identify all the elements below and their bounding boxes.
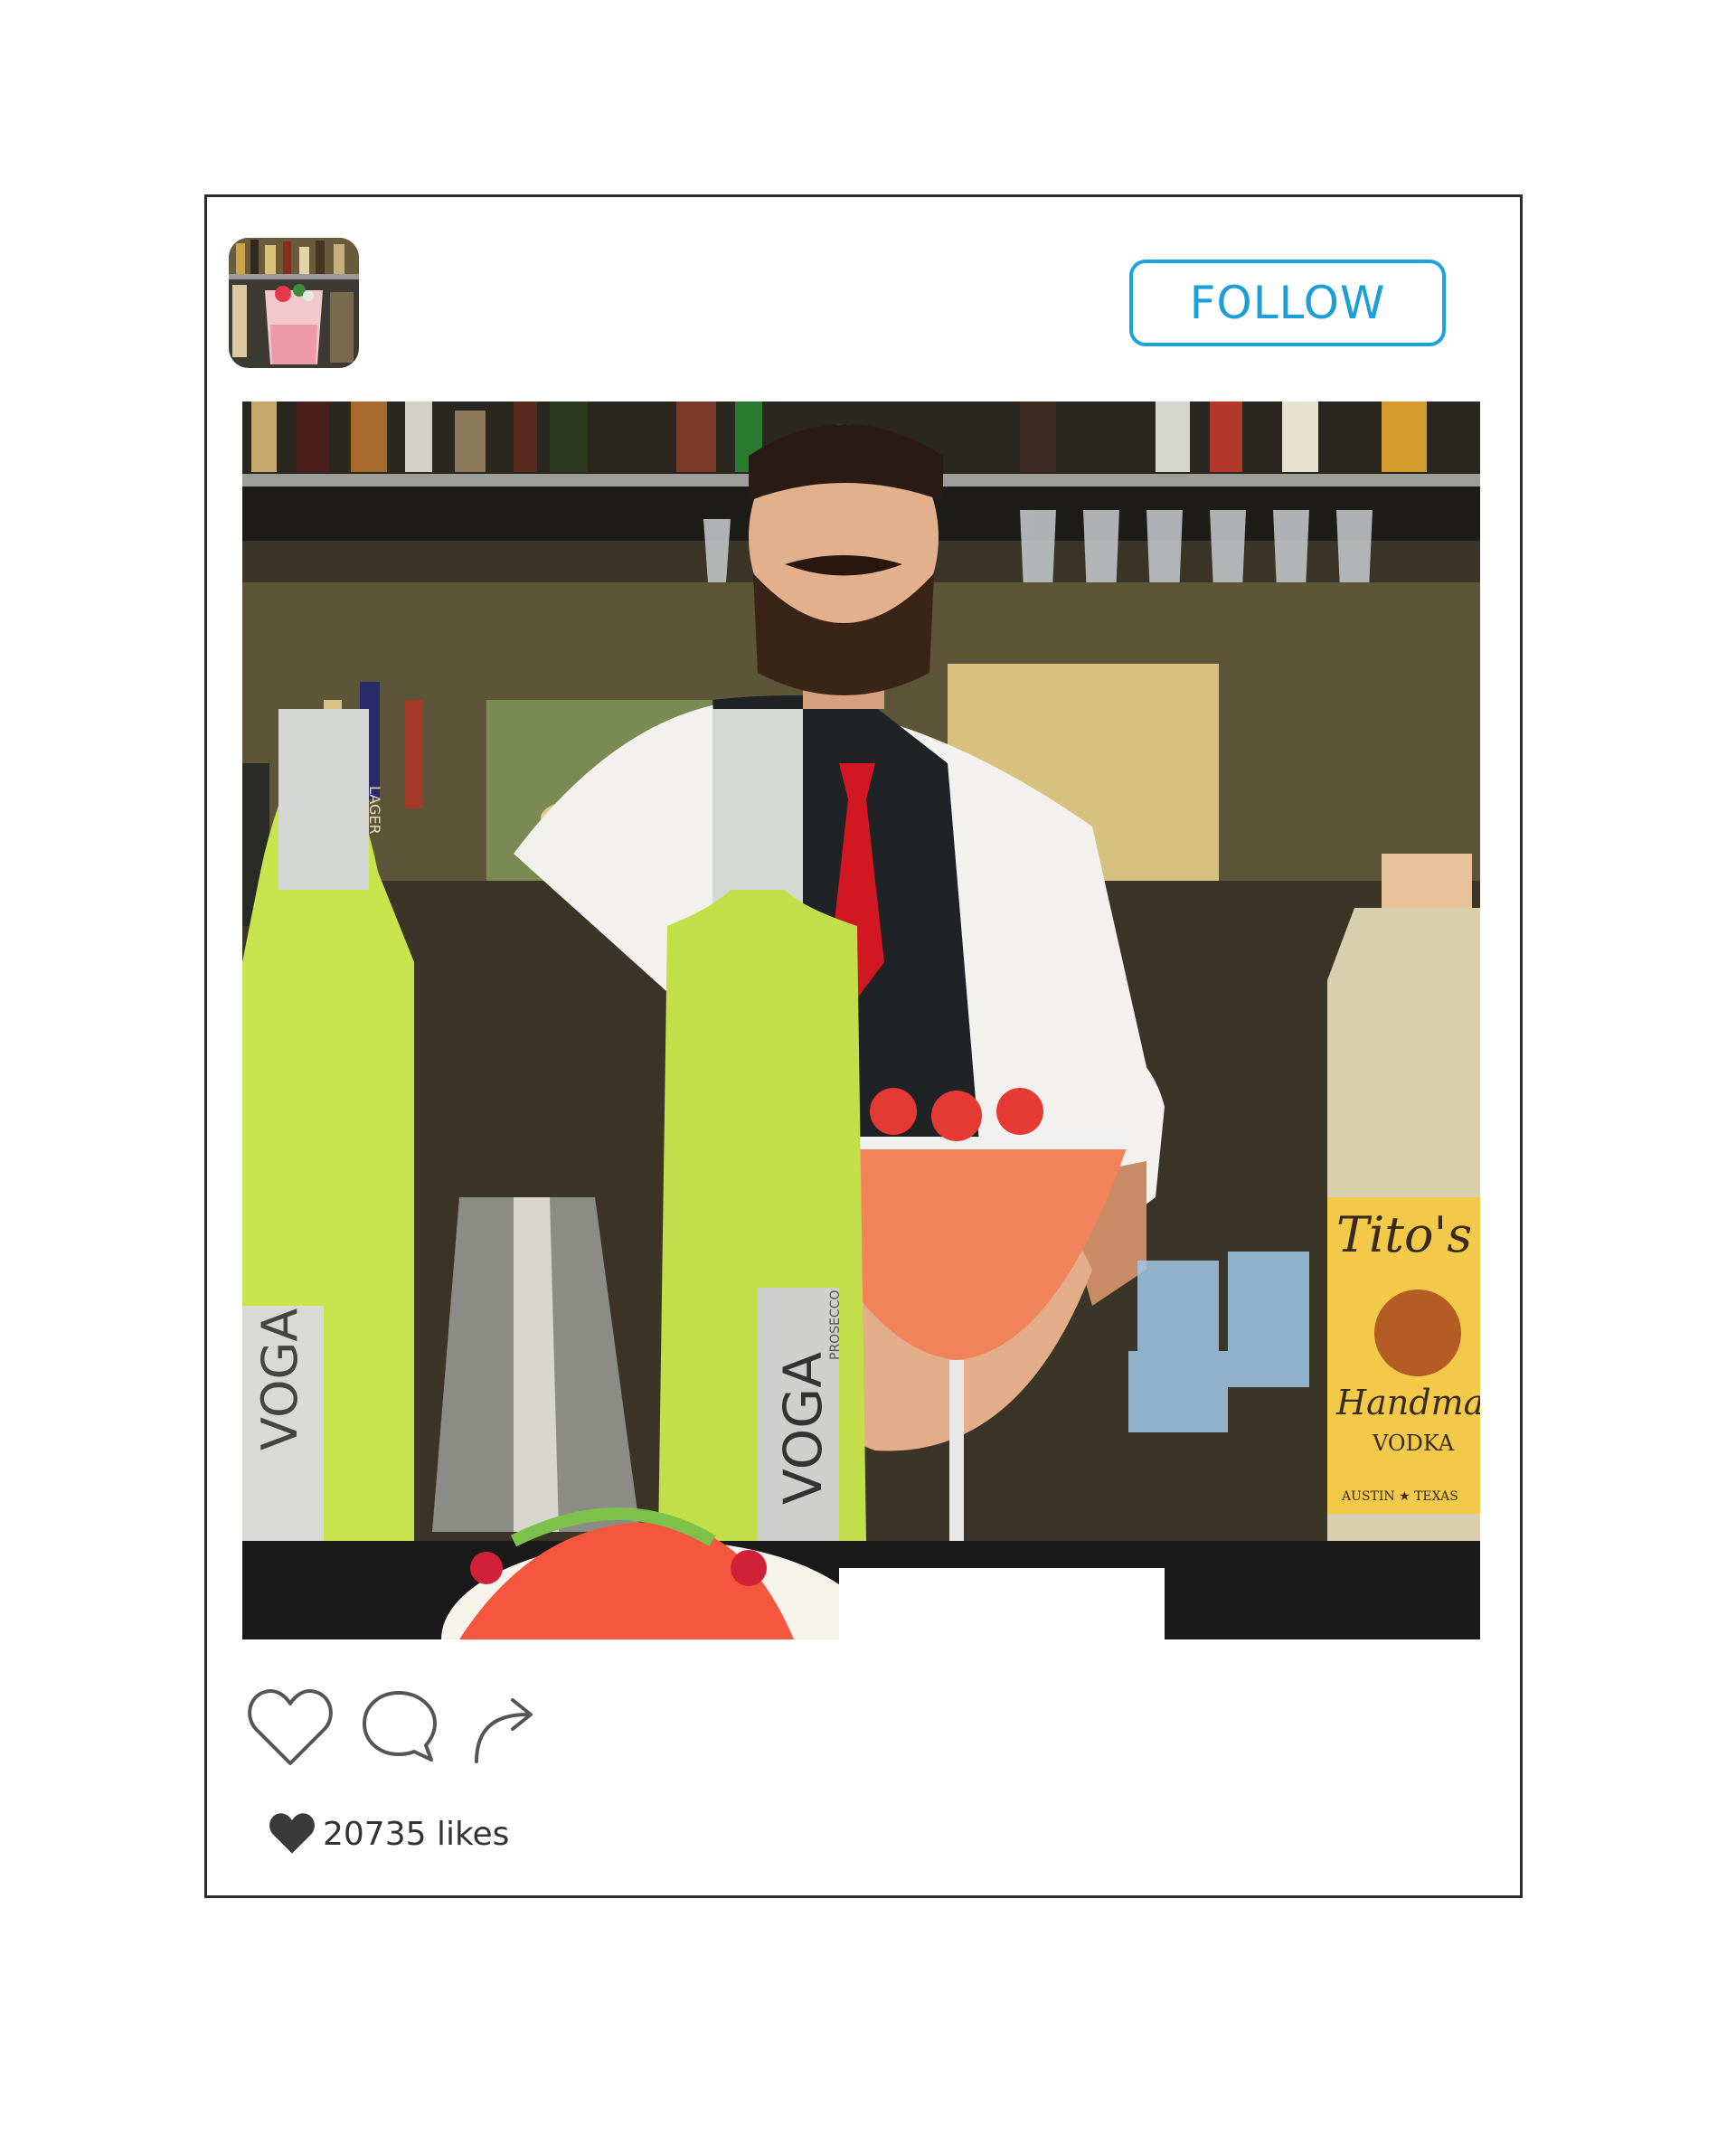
- post-card: FOLLOW LAGER VOGA VOGA PROSECCO Tito's H…: [204, 194, 1523, 1898]
- likes-count[interactable]: 20735 likes: [323, 1816, 509, 1853]
- bartender-photo: LAGER VOGA VOGA PROSECCO Tito's Handma V…: [242, 402, 1480, 1639]
- post-photo[interactable]: LAGER VOGA VOGA PROSECCO Tito's Handma V…: [242, 402, 1480, 1639]
- titos-line-label: Handmade: [1335, 1383, 1480, 1422]
- likes-row: 20735 likes: [267, 1811, 509, 1856]
- follow-button-label: FOLLOW: [1189, 277, 1386, 329]
- comment-button[interactable]: [359, 1687, 440, 1772]
- speech-bubble-icon: [363, 1691, 437, 1762]
- avatar-image: [229, 238, 359, 368]
- titos-vodka-label: VODKA: [1372, 1431, 1455, 1456]
- follow-button[interactable]: FOLLOW: [1129, 260, 1446, 346]
- voga-middle-label: VOGA: [772, 1352, 834, 1505]
- share-button[interactable]: [471, 1687, 543, 1772]
- voga-middle-sub: PROSECCO: [828, 1290, 843, 1361]
- titos-bottle: Tito's Handmade VODKA AUSTIN ★ TEXAS: [1327, 854, 1480, 1568]
- titos-city-label: AUSTIN ★ TEXAS: [1341, 1489, 1458, 1504]
- titos-brand-label: Tito's: [1336, 1206, 1472, 1263]
- share-arrow-icon: [475, 1698, 533, 1763]
- profile-avatar[interactable]: [229, 238, 359, 368]
- like-button[interactable]: [247, 1687, 334, 1772]
- heart-outline-icon: [248, 1689, 333, 1765]
- heart-filled-icon: [269, 1813, 315, 1854]
- voga-left-label: VOGA: [251, 1308, 308, 1450]
